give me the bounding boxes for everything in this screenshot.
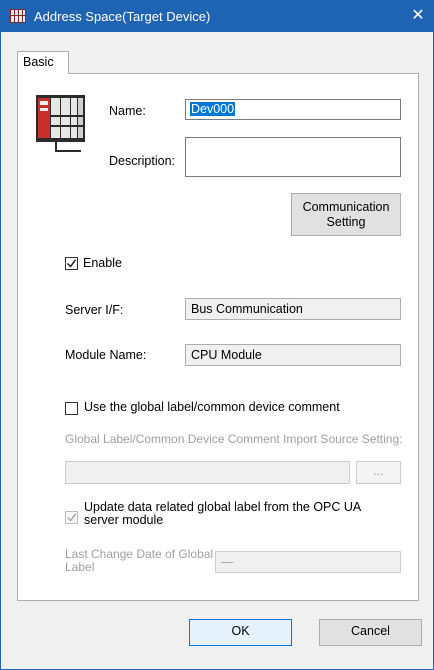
update-global-label-text: Update data related global label from th… <box>84 501 361 527</box>
use-global-label-label[interactable]: Use the global label/common device comme… <box>84 400 340 414</box>
tab-basic-label: Basic <box>23 55 54 69</box>
checkmark-icon <box>66 259 77 268</box>
plc-device-icon <box>36 95 85 153</box>
description-label: Description: <box>109 154 175 168</box>
enable-label[interactable]: Enable <box>83 256 122 270</box>
communication-setting-button[interactable]: Communication Setting <box>291 193 401 236</box>
title-bar[interactable]: Address Space(Target Device) ✕ <box>1 1 433 32</box>
server-if-label: Server I/F: <box>65 303 124 317</box>
use-global-label-checkbox[interactable] <box>65 402 78 415</box>
import-source-label: Global Label/Common Device Comment Impor… <box>65 432 403 446</box>
name-field[interactable]: Dev000 <box>185 99 401 120</box>
checkmark-icon <box>66 513 77 522</box>
cancel-button[interactable]: Cancel <box>319 619 422 646</box>
app-icon <box>10 9 26 23</box>
last-change-label: Last Change Date of Global Label <box>65 548 213 574</box>
communication-setting-label-1: Communication <box>302 200 390 214</box>
last-change-label-line-2: Label <box>65 560 95 574</box>
tab-basic[interactable]: Basic <box>17 51 69 74</box>
name-label: Name: <box>109 104 146 118</box>
name-value: Dev000 <box>190 102 236 116</box>
module-name-field: CPU Module <box>185 344 401 366</box>
import-source-field <box>65 461 350 484</box>
description-field[interactable] <box>185 137 401 177</box>
close-button[interactable]: ✕ <box>403 1 433 32</box>
window-title: Address Space(Target Device) <box>34 9 211 24</box>
update-global-label-checkbox[interactable] <box>65 511 78 524</box>
communication-setting-label-2: Setting <box>326 215 366 229</box>
close-icon: ✕ <box>411 7 425 24</box>
cancel-label: Cancel <box>351 624 390 638</box>
last-change-field: — <box>215 551 401 573</box>
module-name-label: Module Name: <box>65 348 147 362</box>
update-label-line-2: server module <box>84 513 164 527</box>
dialog-window: Address Space(Target Device) ✕ Basic Nam… <box>0 0 434 670</box>
ok-button[interactable]: OK <box>189 619 292 646</box>
browse-button[interactable]: ... <box>356 461 401 484</box>
ok-label: OK <box>231 624 250 638</box>
enable-checkbox[interactable] <box>65 257 78 270</box>
server-if-field: Bus Communication <box>185 298 401 320</box>
basic-panel: Name: Dev000 Description: Communication … <box>17 73 419 601</box>
